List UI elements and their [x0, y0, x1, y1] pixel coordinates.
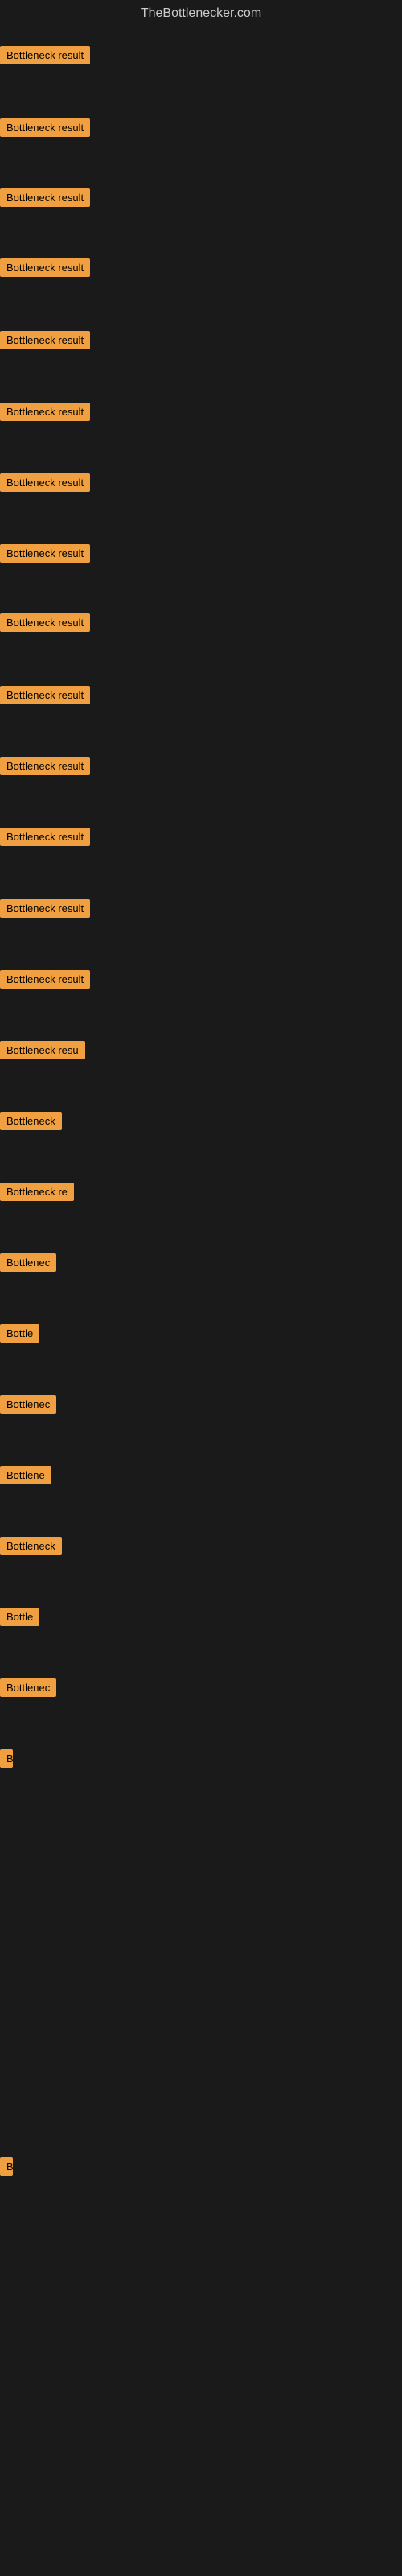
bottleneck-item: Bottleneck result [0, 828, 90, 850]
bottleneck-item: Bottleneck result [0, 331, 90, 353]
bottleneck-item: Bottle [0, 1324, 39, 1347]
bottleneck-item: Bottleneck result [0, 613, 90, 636]
bottleneck-badge[interactable]: Bottleneck result [0, 544, 90, 563]
bottleneck-item: B [0, 1749, 13, 1772]
bottleneck-item: Bottleneck result [0, 118, 90, 141]
bottleneck-item: B [0, 2157, 13, 2180]
bottleneck-badge[interactable]: Bottle [0, 1608, 39, 1626]
bottleneck-item: Bottleneck result [0, 970, 90, 993]
bottleneck-badge[interactable]: Bottleneck result [0, 686, 90, 704]
bottleneck-badge[interactable]: B [0, 1749, 13, 1768]
bottleneck-item: Bottleneck [0, 1537, 62, 1559]
bottleneck-item: Bottleneck result [0, 188, 90, 211]
site-title: TheBottlenecker.com [141, 6, 261, 20]
bottleneck-item: Bottleneck [0, 1112, 62, 1134]
bottleneck-item: Bottleneck result [0, 686, 90, 708]
page-header: TheBottlenecker.com [0, 0, 402, 27]
bottleneck-badge[interactable]: Bottlene [0, 1466, 51, 1484]
bottleneck-badge[interactable]: Bottleneck result [0, 331, 90, 349]
bottleneck-item: Bottleneck result [0, 46, 90, 68]
bottleneck-badge[interactable]: B [0, 2157, 13, 2176]
bottleneck-badge[interactable]: Bottleneck [0, 1112, 62, 1130]
bottleneck-badge[interactable]: Bottleneck result [0, 188, 90, 207]
bottleneck-item: Bottlenec [0, 1678, 56, 1701]
bottleneck-badge[interactable]: Bottleneck [0, 1537, 62, 1555]
bottleneck-badge[interactable]: Bottleneck result [0, 118, 90, 137]
bottleneck-badge[interactable]: Bottleneck re [0, 1183, 74, 1201]
bottleneck-item: Bottleneck result [0, 899, 90, 922]
bottleneck-item: Bottlenec [0, 1253, 56, 1276]
bottleneck-item: Bottleneck resu [0, 1041, 85, 1063]
bottleneck-item: Bottleneck re [0, 1183, 74, 1205]
bottleneck-item: Bottlene [0, 1466, 51, 1488]
bottleneck-badge[interactable]: Bottleneck result [0, 613, 90, 632]
bottleneck-badge[interactable]: Bottleneck result [0, 402, 90, 421]
bottleneck-badge[interactable]: Bottlenec [0, 1395, 56, 1414]
bottleneck-badge[interactable]: Bottleneck result [0, 46, 90, 64]
bottleneck-badge[interactable]: Bottleneck result [0, 757, 90, 775]
bottleneck-item: Bottleneck result [0, 402, 90, 425]
bottleneck-badge[interactable]: Bottle [0, 1324, 39, 1343]
bottleneck-item: Bottle [0, 1608, 39, 1630]
bottleneck-badge[interactable]: Bottlenec [0, 1678, 56, 1697]
bottleneck-item: Bottleneck result [0, 757, 90, 779]
bottleneck-badge[interactable]: Bottlenec [0, 1253, 56, 1272]
bottleneck-item: Bottleneck result [0, 544, 90, 567]
bottleneck-item: Bottleneck result [0, 258, 90, 281]
bottleneck-badge[interactable]: Bottleneck result [0, 828, 90, 846]
bottleneck-badge[interactable]: Bottleneck resu [0, 1041, 85, 1059]
bottleneck-item: Bottleneck result [0, 473, 90, 496]
bottleneck-badge[interactable]: Bottleneck result [0, 899, 90, 918]
bottleneck-badge[interactable]: Bottleneck result [0, 258, 90, 277]
bottleneck-badge[interactable]: Bottleneck result [0, 473, 90, 492]
bottleneck-item: Bottlenec [0, 1395, 56, 1418]
bottleneck-badge[interactable]: Bottleneck result [0, 970, 90, 989]
